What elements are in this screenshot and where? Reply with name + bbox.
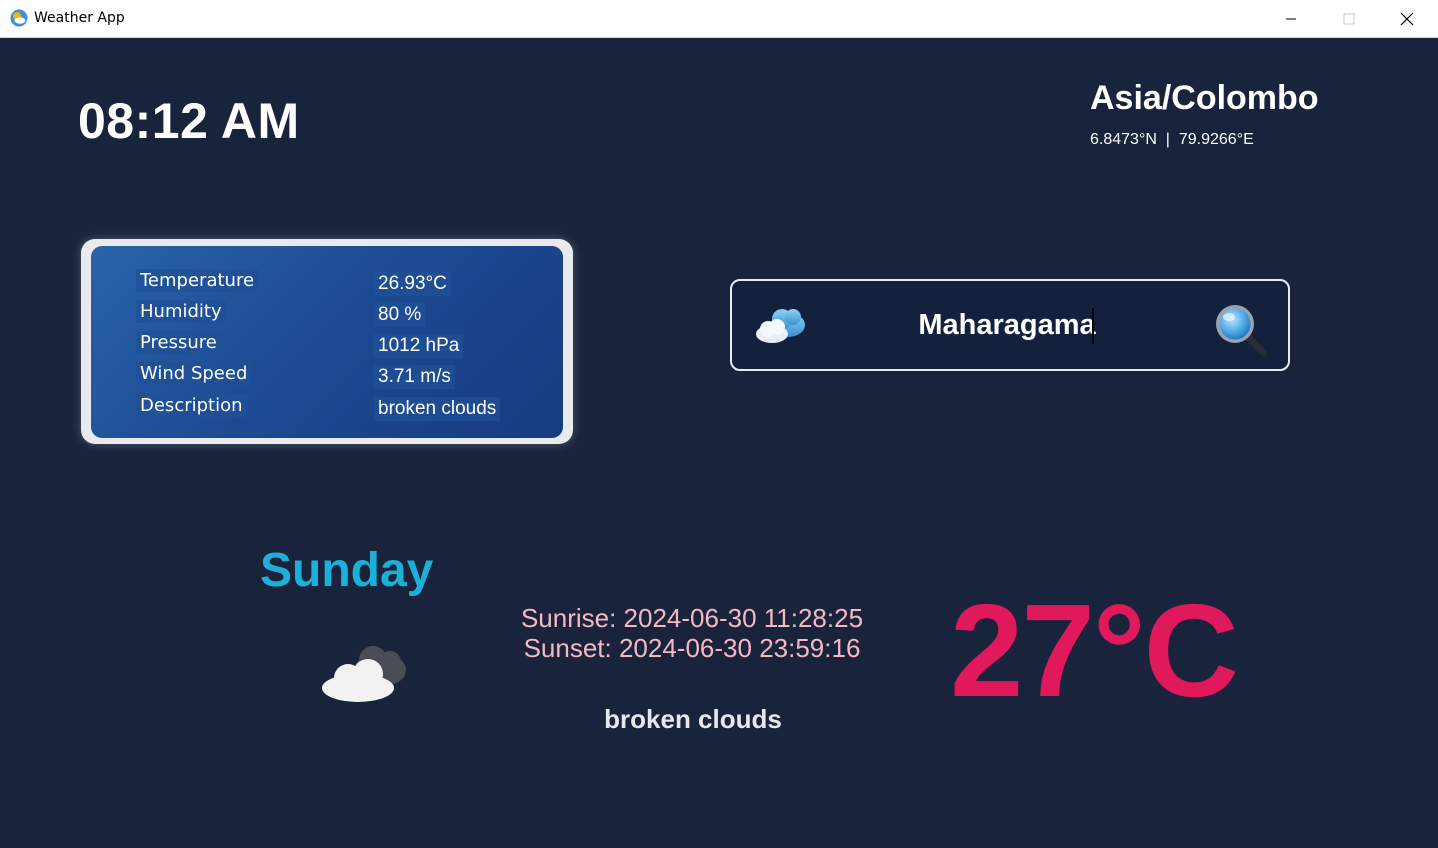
broken-clouds-icon xyxy=(322,646,406,702)
cloud-icon xyxy=(756,309,805,343)
window-title: Weather App xyxy=(34,10,125,26)
day-of-week: Sunday xyxy=(260,544,434,597)
weather-details-panel: Temperature 26.93°C Humidity 80 % Pressu… xyxy=(91,246,563,438)
maximize-icon xyxy=(1343,13,1355,24)
minimize-button[interactable] xyxy=(1262,0,1320,37)
pressure-value: 1012 hPa xyxy=(374,334,464,358)
temperature-label: Temperature xyxy=(136,269,259,292)
wind-speed-label: Wind Speed xyxy=(136,362,252,385)
weather-description: broken clouds xyxy=(604,704,782,734)
close-icon xyxy=(1400,12,1414,25)
minimize-icon xyxy=(1286,18,1296,19)
title-bar[interactable]: Weather App xyxy=(0,0,1438,38)
close-button[interactable] xyxy=(1378,0,1436,37)
humidity-label: Humidity xyxy=(136,300,226,323)
description-label: Description xyxy=(136,394,247,417)
city-search-box[interactable] xyxy=(730,279,1290,371)
timezone-label: Asia/Colombo xyxy=(1090,79,1319,117)
weather-app-window: Weather App 08:12 AM Asia/Colombo 6.8473… xyxy=(0,0,1438,848)
current-time: 08:12 AM xyxy=(78,93,300,149)
description-value: broken clouds xyxy=(374,397,501,421)
city-search-input[interactable] xyxy=(852,303,1162,347)
sunset-time: Sunset: 2024-06-30 23:59:16 xyxy=(523,633,861,663)
weather-app-icon xyxy=(10,9,28,27)
wind-speed-value: 3.71 m/s xyxy=(374,365,455,389)
humidity-value: 80 % xyxy=(374,303,426,327)
magnifier-icon[interactable] xyxy=(1212,301,1268,357)
text-caret xyxy=(1092,308,1094,344)
sunrise-time: Sunrise: 2024-06-30 11:28:25 xyxy=(520,603,864,633)
pressure-label: Pressure xyxy=(136,331,221,354)
current-temperature: 27°C xyxy=(950,577,1239,724)
maximize-button[interactable] xyxy=(1320,0,1378,37)
weather-details-card: Temperature 26.93°C Humidity 80 % Pressu… xyxy=(81,239,573,444)
coordinates-label: 6.8473°N | 79.9266°E xyxy=(1090,131,1254,148)
temperature-value: 26.93°C xyxy=(374,272,451,296)
